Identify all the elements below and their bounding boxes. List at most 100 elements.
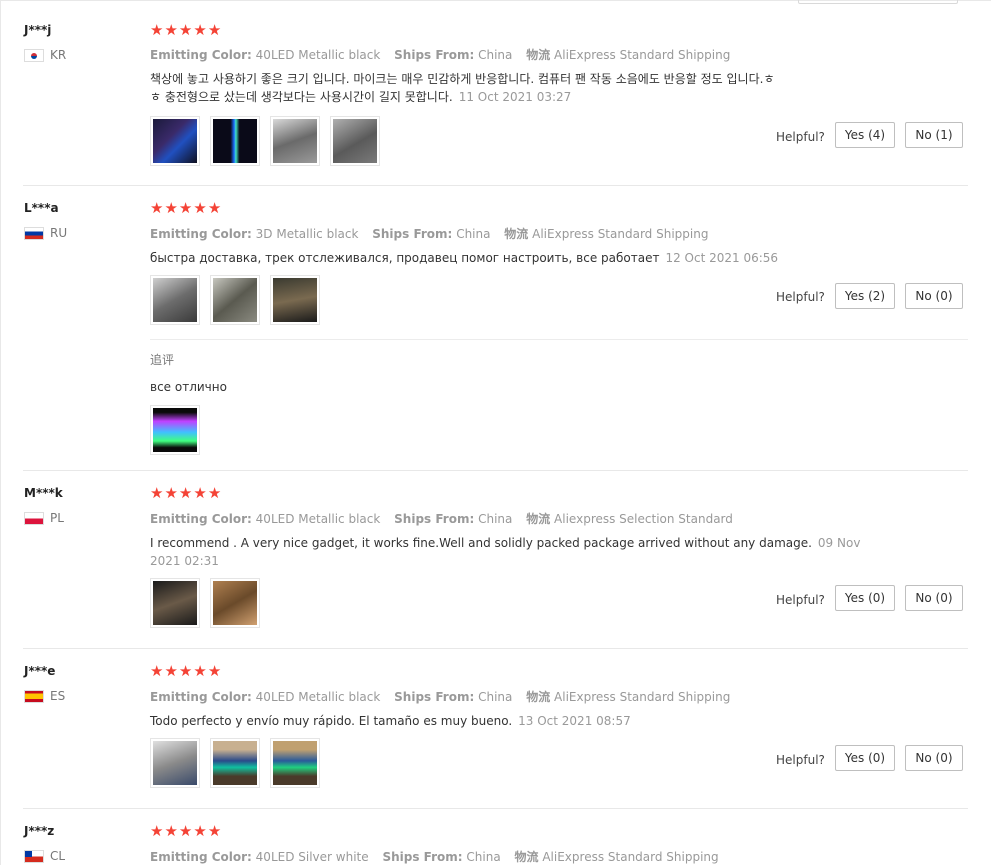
helpful-label: Helpful? xyxy=(776,290,825,304)
review-photo-thumbnail[interactable] xyxy=(150,275,200,325)
review-photo-thumbnail[interactable] xyxy=(150,116,200,166)
logistics-value: AliExpress Standard Shipping xyxy=(554,690,731,704)
star-icon: ★ xyxy=(164,484,178,502)
emitting-color-value: 40LED Metallic black xyxy=(255,512,381,526)
reviewer-name: L***a xyxy=(24,201,59,215)
review-date: 11 Oct 2021 03:27 xyxy=(458,90,572,104)
review-photos xyxy=(150,275,320,325)
review-photos xyxy=(150,116,380,166)
ships-from-value: China xyxy=(466,850,501,864)
ships-from-value: China xyxy=(456,227,491,241)
star-icon: ★ xyxy=(178,662,193,680)
star-icon: ★ xyxy=(207,662,222,680)
helpful-yes-button[interactable]: Yes (0) xyxy=(835,585,895,611)
pl-flag-icon xyxy=(24,511,44,525)
star-icon: ★ xyxy=(193,822,207,840)
followup-divider xyxy=(150,339,968,340)
review-divider xyxy=(23,808,968,809)
star-icon: ★ xyxy=(207,199,222,217)
logistics-value: AliExpress Standard Shipping xyxy=(532,227,709,241)
reviewer-country: CL xyxy=(24,849,65,863)
helpful-yes-button[interactable]: Yes (4) xyxy=(835,122,895,148)
review-photo-thumbnail[interactable] xyxy=(150,578,200,628)
star-rating: ★ ★ ★ ★ ★ xyxy=(150,201,221,216)
ships-from-value: China xyxy=(478,690,513,704)
reviewer-country: KR xyxy=(24,48,66,62)
emitting-color-value: 40LED Metallic black xyxy=(255,48,381,62)
review-photo-thumbnail[interactable] xyxy=(210,738,260,788)
review-text: 책상에 놓고 사용하기 좋은 크기 입니다. 마이크는 매우 민감하게 반응합니… xyxy=(150,72,775,104)
logistics-value: Aliexpress Selection Standard xyxy=(554,512,733,526)
review-photo-thumbnail[interactable] xyxy=(330,116,380,166)
helpful-no-button[interactable]: No (0) xyxy=(905,283,963,309)
reviewer-country: ES xyxy=(24,689,65,703)
helpful-no-button[interactable]: No (1) xyxy=(905,122,963,148)
helpful-no-button[interactable]: No (0) xyxy=(905,585,963,611)
helpful-yes-button[interactable]: Yes (0) xyxy=(835,745,895,771)
reviewer-name: J***e xyxy=(24,664,56,678)
review-photo-thumbnail[interactable] xyxy=(150,738,200,788)
logistics-value: AliExpress Standard Shipping xyxy=(542,850,719,864)
star-rating: ★ ★ ★ ★ ★ xyxy=(150,486,221,501)
review-meta: Emitting Color: 40LED Metallic black Shi… xyxy=(150,690,731,704)
logistics-value: AliExpress Standard Shipping xyxy=(554,48,731,62)
star-icon: ★ xyxy=(164,662,178,680)
ru-flag-icon xyxy=(24,226,44,240)
review-divider xyxy=(23,470,968,471)
star-rating: ★ ★ ★ ★ ★ xyxy=(150,23,221,38)
star-icon: ★ xyxy=(193,199,207,217)
review-photo-thumbnail[interactable] xyxy=(150,405,200,455)
review-date: 12 Oct 2021 06:56 xyxy=(665,251,779,265)
helpful-label: Helpful? xyxy=(776,753,825,767)
star-icon: ★ xyxy=(207,484,222,502)
review-date: 13 Oct 2021 08:57 xyxy=(518,714,631,728)
sort-dropdown[interactable] xyxy=(798,0,958,4)
review-meta: Emitting Color: 40LED Metallic black Shi… xyxy=(150,48,731,62)
star-icon: ★ xyxy=(207,21,222,39)
kr-flag-icon xyxy=(24,48,44,62)
review-date: 09 Nov xyxy=(817,536,861,550)
review-photo-thumbnail[interactable] xyxy=(270,738,320,788)
helpful-yes-button[interactable]: Yes (2) xyxy=(835,283,895,309)
review-photos xyxy=(150,738,320,788)
star-rating: ★ ★ ★ ★ ★ xyxy=(150,664,221,679)
review-photo-thumbnail[interactable] xyxy=(210,116,260,166)
review-text: быстра доставка, трек отслеживался, прод… xyxy=(150,251,779,265)
star-icon: ★ xyxy=(178,484,193,502)
review-photos xyxy=(150,578,260,628)
helpful-no-button[interactable]: No (0) xyxy=(905,745,963,771)
followup-label: 追评 xyxy=(150,353,175,367)
star-icon: ★ xyxy=(178,199,193,217)
review-date: 2021 02:31 xyxy=(150,554,219,568)
review-photo-thumbnail[interactable] xyxy=(270,116,320,166)
star-icon: ★ xyxy=(150,21,164,39)
reviewer-country: RU xyxy=(24,226,67,240)
star-icon: ★ xyxy=(178,822,193,840)
ships-from-value: China xyxy=(478,48,513,62)
reviewer-name: J***j xyxy=(24,23,52,37)
star-icon: ★ xyxy=(207,822,222,840)
reviewer-name: M***k xyxy=(24,486,63,500)
helpful-label: Helpful? xyxy=(776,130,825,144)
star-icon: ★ xyxy=(193,484,207,502)
review-photo-thumbnail[interactable] xyxy=(210,275,260,325)
cl-flag-icon xyxy=(24,849,44,863)
star-rating: ★ ★ ★ ★ ★ xyxy=(150,824,221,839)
star-icon: ★ xyxy=(164,822,178,840)
review-photo-thumbnail[interactable] xyxy=(210,578,260,628)
review-divider xyxy=(23,185,968,186)
star-icon: ★ xyxy=(164,21,178,39)
star-icon: ★ xyxy=(193,21,207,39)
ships-from-value: China xyxy=(478,512,513,526)
emitting-color-value: 40LED Metallic black xyxy=(255,690,381,704)
es-flag-icon xyxy=(24,689,44,703)
reviewer-country: PL xyxy=(24,511,64,525)
helpful-label: Helpful? xyxy=(776,593,825,607)
review-photo-thumbnail[interactable] xyxy=(270,275,320,325)
review-divider xyxy=(23,648,968,649)
review-text: Todo perfecto y envío muy rápido. El tam… xyxy=(150,714,631,728)
star-icon: ★ xyxy=(150,484,164,502)
emitting-color-value: 3D Metallic black xyxy=(255,227,359,241)
review-text: I recommend . A very nice gadget, it wor… xyxy=(150,536,861,568)
star-icon: ★ xyxy=(193,662,207,680)
